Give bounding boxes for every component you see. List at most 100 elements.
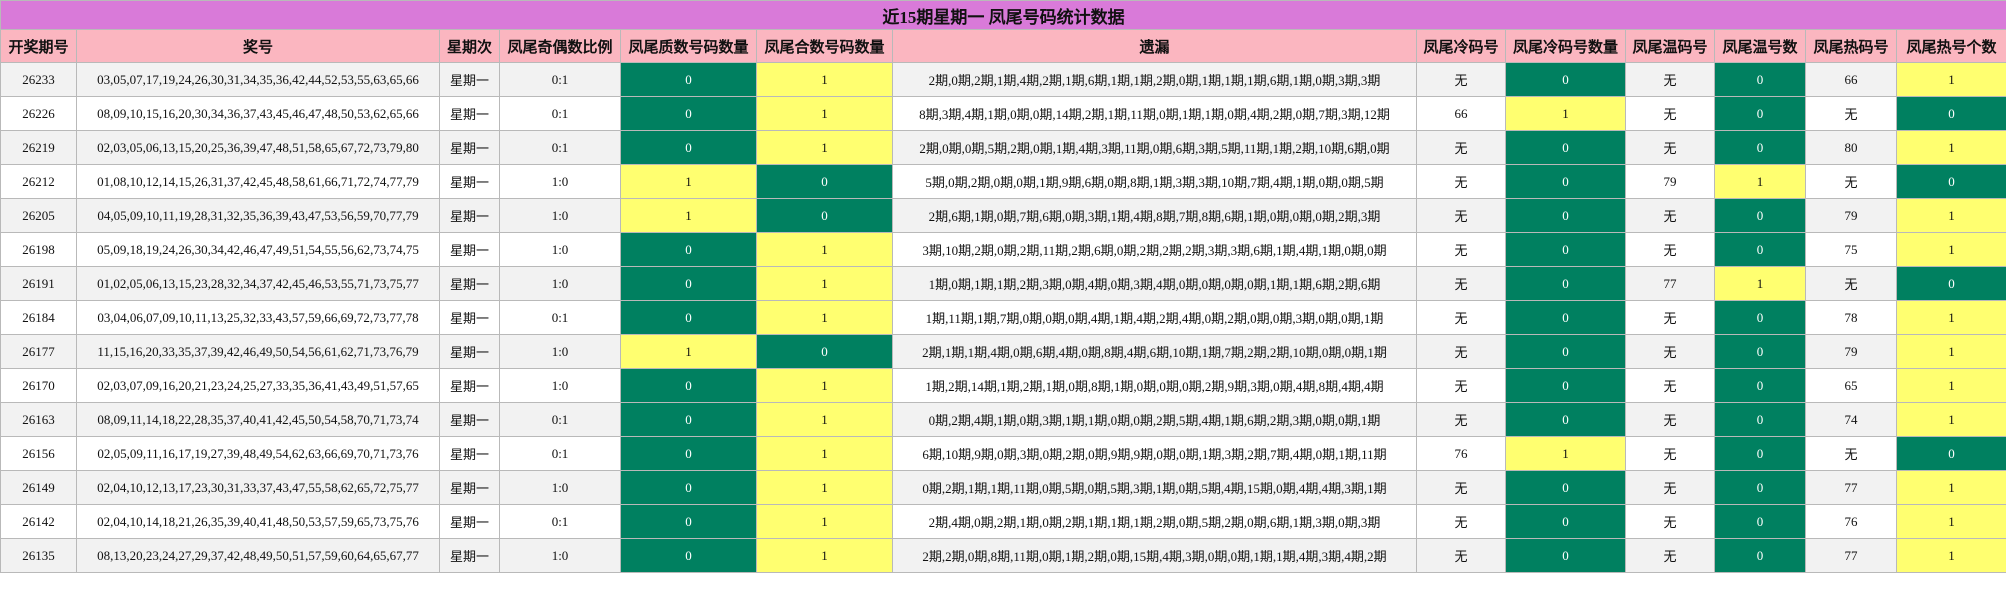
col-prime-count-cell: 0 <box>620 130 757 165</box>
col-hot-number-cell: 74 <box>1805 402 1897 437</box>
col-cold-number-cell: 无 <box>1416 266 1506 301</box>
header-col-numbers: 奖号 <box>76 29 440 63</box>
col-hot-number-cell: 无 <box>1805 96 1897 131</box>
table-row: 26191 01,02,05,06,13,15,23,28,32,34,37,42… <box>0 266 2006 301</box>
col-prime-count-cell: 1 <box>620 198 757 233</box>
col-weekday-cell: 星期一 <box>439 96 500 131</box>
col-numbers-cell: 02,04,10,14,18,21,26,35,39,40,41,48,50,5… <box>76 504 440 539</box>
col-hot-count-cell: 1 <box>1895 334 2006 369</box>
col-issue-cell: 26170 <box>0 368 77 403</box>
col-hot-count-cell: 0 <box>1895 436 2006 471</box>
col-odd-even-ratio-cell: 1:0 <box>499 368 621 403</box>
col-hot-count-cell: 1 <box>1895 62 2006 97</box>
col-warm-number-cell: 无 <box>1625 300 1715 335</box>
header-col-odd-even-ratio: 凤尾奇偶数比例 <box>499 29 621 63</box>
col-hot-number-cell: 79 <box>1805 334 1897 369</box>
table-row: 26184 03,04,06,07,09,10,11,13,25,32,33,43… <box>0 300 2006 335</box>
col-composite-count-cell: 0 <box>756 164 893 199</box>
col-cold-count-cell: 0 <box>1505 130 1626 165</box>
col-warm-number-cell: 无 <box>1625 402 1715 437</box>
col-cold-number-cell: 66 <box>1416 96 1506 131</box>
col-omission-cell: 1期,2期,14期,1期,2期,1期,0期,8期,1期,0期,0期,0期,2期,… <box>892 368 1417 403</box>
col-odd-even-ratio-cell: 1:0 <box>499 470 621 505</box>
table-row: 26170 02,03,07,09,16,20,21,23,24,25,27,33… <box>0 368 2006 403</box>
col-omission-cell: 1期,11期,1期,7期,0期,0期,0期,4期,1期,4期,2期,4期,0期,… <box>892 300 1417 335</box>
col-warm-count-cell: 0 <box>1714 504 1806 539</box>
col-cold-number-cell: 无 <box>1416 198 1506 233</box>
col-prime-count-cell: 0 <box>620 436 757 471</box>
col-cold-number-cell: 76 <box>1416 436 1506 471</box>
col-cold-count-cell: 0 <box>1505 232 1626 267</box>
col-cold-count-cell: 0 <box>1505 402 1626 437</box>
col-hot-count-cell: 1 <box>1895 402 2006 437</box>
col-composite-count-cell: 1 <box>756 436 893 471</box>
col-cold-number-cell: 无 <box>1416 62 1506 97</box>
col-prime-count-cell: 0 <box>620 266 757 301</box>
table-row: 26226 08,09,10,15,16,20,30,34,36,37,43,45… <box>0 96 2006 131</box>
col-numbers-cell: 02,03,07,09,16,20,21,23,24,25,27,33,35,3… <box>76 368 440 403</box>
table-body: 26233 03,05,07,17,19,24,26,30,31,34,35,36… <box>0 62 2006 573</box>
col-odd-even-ratio-cell: 0:1 <box>499 300 621 335</box>
col-weekday-cell: 星期一 <box>439 300 500 335</box>
col-cold-number-cell: 无 <box>1416 538 1506 573</box>
table-row: 26142 02,04,10,14,18,21,26,35,39,40,41,48… <box>0 504 2006 539</box>
col-warm-count-cell: 0 <box>1714 232 1806 267</box>
col-cold-count-cell: 0 <box>1505 266 1626 301</box>
header-col-cold-count: 凤尾冷码号数量 <box>1505 29 1626 63</box>
col-issue-cell: 26219 <box>0 130 77 165</box>
col-weekday-cell: 星期一 <box>439 164 500 199</box>
col-issue-cell: 26226 <box>0 96 77 131</box>
col-omission-cell: 0期,2期,1期,1期,11期,0期,5期,0期,5期,3期,1期,0期,5期,… <box>892 470 1417 505</box>
header-col-omission: 遗漏 <box>892 29 1417 63</box>
col-warm-count-cell: 0 <box>1714 198 1806 233</box>
col-weekday-cell: 星期一 <box>439 402 500 437</box>
col-issue-cell: 26233 <box>0 62 77 97</box>
col-warm-number-cell: 77 <box>1625 266 1715 301</box>
col-numbers-cell: 08,09,10,15,16,20,30,34,36,37,43,45,46,4… <box>76 96 440 131</box>
col-odd-even-ratio-cell: 0:1 <box>499 504 621 539</box>
col-prime-count-cell: 0 <box>620 538 757 573</box>
col-hot-count-cell: 1 <box>1895 130 2006 165</box>
col-cold-number-cell: 无 <box>1416 368 1506 403</box>
col-odd-even-ratio-cell: 0:1 <box>499 62 621 97</box>
col-cold-count-cell: 0 <box>1505 538 1626 573</box>
col-odd-even-ratio-cell: 0:1 <box>499 402 621 437</box>
col-odd-even-ratio-cell: 0:1 <box>499 96 621 131</box>
col-warm-number-cell: 无 <box>1625 334 1715 369</box>
col-prime-count-cell: 0 <box>620 402 757 437</box>
col-hot-count-cell: 1 <box>1895 470 2006 505</box>
table-row: 26149 02,04,10,12,13,17,23,30,31,33,37,43… <box>0 470 2006 505</box>
col-hot-number-cell: 78 <box>1805 300 1897 335</box>
col-omission-cell: 3期,10期,2期,0期,2期,11期,2期,6期,0期,2期,2期,2期,3期… <box>892 232 1417 267</box>
col-prime-count-cell: 0 <box>620 96 757 131</box>
col-warm-count-cell: 0 <box>1714 538 1806 573</box>
col-odd-even-ratio-cell: 1:0 <box>499 266 621 301</box>
col-weekday-cell: 星期一 <box>439 436 500 471</box>
col-warm-count-cell: 0 <box>1714 436 1806 471</box>
col-cold-number-cell: 无 <box>1416 470 1506 505</box>
col-warm-count-cell: 1 <box>1714 164 1806 199</box>
col-warm-count-cell: 0 <box>1714 470 1806 505</box>
col-warm-count-cell: 0 <box>1714 62 1806 97</box>
col-odd-even-ratio-cell: 1:0 <box>499 198 621 233</box>
col-hot-number-cell: 80 <box>1805 130 1897 165</box>
col-hot-number-cell: 66 <box>1805 62 1897 97</box>
col-composite-count-cell: 1 <box>756 300 893 335</box>
col-prime-count-cell: 0 <box>620 62 757 97</box>
col-warm-count-cell: 0 <box>1714 402 1806 437</box>
col-warm-count-cell: 1 <box>1714 266 1806 301</box>
col-cold-number-cell: 无 <box>1416 164 1506 199</box>
col-cold-count-cell: 0 <box>1505 368 1626 403</box>
col-prime-count-cell: 1 <box>620 164 757 199</box>
col-warm-count-cell: 0 <box>1714 368 1806 403</box>
col-prime-count-cell: 1 <box>620 334 757 369</box>
table-row: 26135 08,13,20,23,24,27,29,37,42,48,49,50… <box>0 538 2006 573</box>
col-omission-cell: 5期,0期,2期,0期,0期,1期,9期,6期,0期,8期,1期,3期,3期,1… <box>892 164 1417 199</box>
col-composite-count-cell: 1 <box>756 130 893 165</box>
col-prime-count-cell: 0 <box>620 504 757 539</box>
col-composite-count-cell: 1 <box>756 368 893 403</box>
col-composite-count-cell: 1 <box>756 504 893 539</box>
col-hot-count-cell: 0 <box>1895 164 2006 199</box>
col-composite-count-cell: 1 <box>756 470 893 505</box>
col-odd-even-ratio-cell: 0:1 <box>499 436 621 471</box>
